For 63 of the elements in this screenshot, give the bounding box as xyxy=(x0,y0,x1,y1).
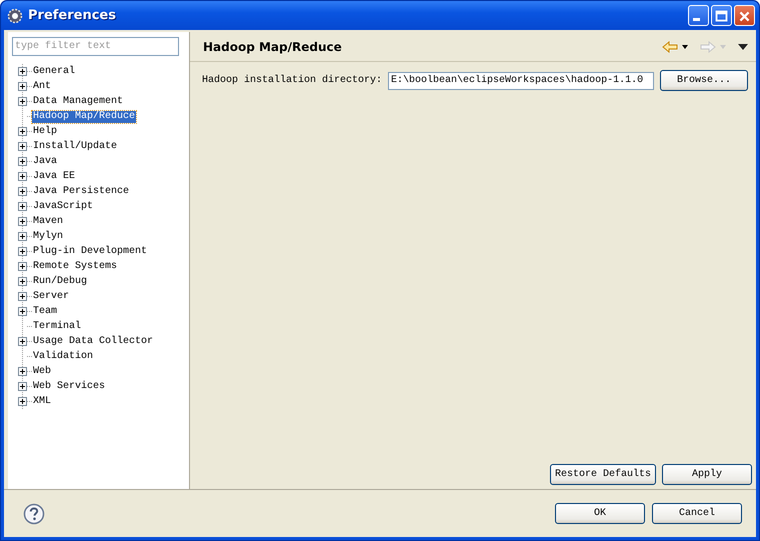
tree-item[interactable]: General xyxy=(32,66,76,78)
tree-item[interactable]: Team xyxy=(32,306,58,318)
tree-item[interactable]: Remote Systems xyxy=(32,260,118,272)
tree-item[interactable]: Web Services xyxy=(32,380,106,392)
tree-item[interactable]: Java Persistence xyxy=(32,186,130,198)
tree-item[interactable]: Ant xyxy=(32,80,52,92)
expand-icon[interactable] xyxy=(18,97,27,106)
expand-icon[interactable] xyxy=(18,292,27,301)
tree-item[interactable]: Maven xyxy=(32,216,64,228)
tree-item[interactable]: Data Management xyxy=(32,96,124,108)
caret-icon[interactable] xyxy=(682,44,688,48)
tree-item[interactable]: Usage Data Collector xyxy=(32,336,154,348)
expand-icon[interactable] xyxy=(18,232,27,241)
tree-item[interactable]: Help xyxy=(32,126,58,138)
tree-item[interactable]: Install/Update xyxy=(32,140,118,152)
minimize-button[interactable] xyxy=(688,5,709,26)
field-label: Hadoop installation directory: xyxy=(202,75,382,86)
tree-item[interactable]: JavaScript xyxy=(32,200,94,212)
forward-arrow-icon xyxy=(700,40,716,52)
close-button[interactable] xyxy=(734,5,755,26)
expand-icon[interactable] xyxy=(18,127,27,136)
expand-icon[interactable] xyxy=(18,367,27,376)
dialog-button[interactable]: Apply xyxy=(662,464,752,485)
tree-item[interactable]: Java EE xyxy=(32,170,76,182)
expand-icon[interactable] xyxy=(18,217,27,226)
expand-icon[interactable] xyxy=(18,382,27,391)
window-title: Preferences xyxy=(28,8,117,23)
page-title: Hadoop Map/Reduce xyxy=(203,40,342,54)
expand-icon[interactable] xyxy=(18,172,27,181)
directory-field[interactable]: E:\boolbean\eclipseWorkspaces\hadoop-1.1.0 xyxy=(388,72,654,90)
expand-icon[interactable] xyxy=(18,277,27,286)
dialog-button[interactable]: OK xyxy=(555,503,645,524)
dialog-button[interactable]: Cancel xyxy=(652,503,742,524)
tree-item[interactable]: Plug-in Development xyxy=(32,246,148,258)
tree-item[interactable]: Terminal xyxy=(32,320,82,332)
minimize-icon xyxy=(693,18,700,21)
help-icon[interactable] xyxy=(23,502,45,524)
caret-icon xyxy=(720,44,726,48)
browse-button[interactable]: Browse... xyxy=(660,70,748,91)
tree-item[interactable]: Web xyxy=(32,366,52,378)
expand-icon[interactable] xyxy=(18,157,27,166)
tree-item[interactable]: Java xyxy=(32,156,58,168)
expand-icon[interactable] xyxy=(18,82,27,91)
dialog-button[interactable]: Restore Defaults xyxy=(550,464,656,485)
menu-caret-icon[interactable] xyxy=(738,44,748,50)
tree-item[interactable]: Mylyn xyxy=(32,230,64,242)
tree-item[interactable]: XML xyxy=(32,396,52,408)
expand-icon[interactable] xyxy=(18,187,27,196)
expand-icon[interactable] xyxy=(18,202,27,211)
tree-item[interactable]: Run/Debug xyxy=(32,276,88,288)
tree-item[interactable]: Hadoop Map/Reduce xyxy=(32,110,136,122)
expand-icon[interactable] xyxy=(18,142,27,151)
expand-icon[interactable] xyxy=(18,397,27,406)
expand-icon[interactable] xyxy=(18,262,27,271)
tree-item[interactable]: Server xyxy=(32,290,70,302)
tree-item[interactable]: Validation xyxy=(32,350,94,362)
expand-icon[interactable] xyxy=(18,337,27,346)
expand-icon[interactable] xyxy=(18,67,27,76)
gear-icon xyxy=(7,8,23,24)
filter-field[interactable]: type filter text xyxy=(12,37,179,56)
maximize-button[interactable] xyxy=(711,5,732,26)
expand-icon[interactable] xyxy=(18,247,27,256)
expand-icon[interactable] xyxy=(18,307,27,316)
